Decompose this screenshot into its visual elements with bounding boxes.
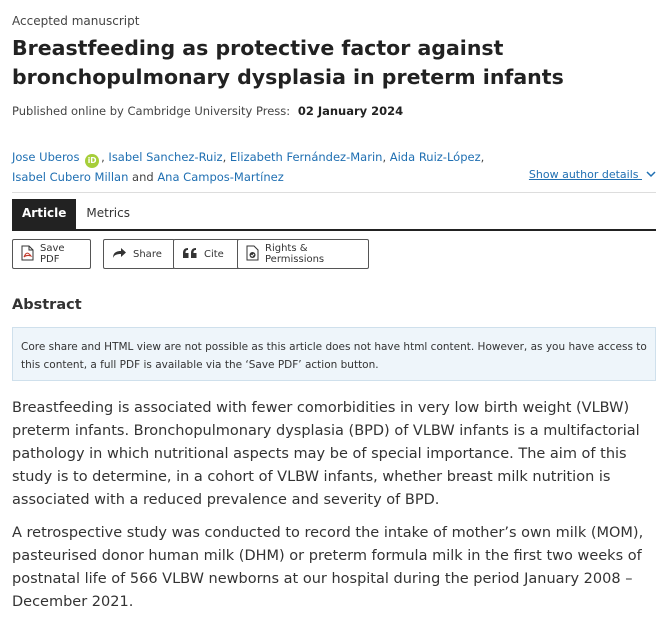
author-link[interactable]: Ana Campos-Martínez [157, 170, 283, 184]
abstract-paragraph: Breastfeeding is associated with fewer c… [12, 400, 640, 508]
save-pdf-button[interactable]: Save PDF [12, 239, 91, 269]
abstract-heading: Abstract [12, 297, 82, 313]
tab-article[interactable]: Article [12, 199, 77, 229]
share-icon [112, 247, 133, 262]
divider [12, 192, 656, 193]
article-title: Breastfeeding as protective factor again… [12, 36, 564, 89]
author-separator: , [480, 150, 485, 164]
save-pdf-label: Save PDF [40, 243, 65, 265]
share-button[interactable]: Share [103, 239, 175, 269]
author-link[interactable]: Aida Ruiz-López [390, 150, 481, 164]
publication-info: Published online by Cambridge University… [12, 104, 403, 118]
author-conjunction: and [132, 170, 154, 184]
article-tabs: Article Metrics [12, 199, 656, 231]
author-link[interactable]: Elizabeth Fernández-Marin [230, 150, 383, 164]
author-link[interactable]: Isabel Sanchez-Ruiz [108, 150, 222, 164]
author-separator: , [222, 150, 227, 164]
author-list: Jose Uberos iD, Isabel Sanchez-Ruiz, Eli… [12, 148, 572, 187]
rights-label: Rights & Permissions [265, 243, 325, 265]
show-author-details-link[interactable]: Show author details [529, 168, 656, 181]
cite-button[interactable]: Cite [173, 239, 241, 269]
share-label: Share [133, 248, 162, 260]
pdf-icon [21, 245, 40, 264]
rights-permissions-button[interactable]: Rights & Permissions [237, 239, 369, 269]
tab-metrics[interactable]: Metrics [76, 199, 140, 229]
show-author-details-label: Show author details [528, 168, 639, 181]
quote-icon [182, 247, 204, 262]
author-link[interactable]: Isabel Cubero Millan [12, 170, 128, 184]
published-prefix: Published online by Cambridge University… [12, 104, 291, 118]
manuscript-label: Accepted manuscript [12, 14, 140, 28]
author-separator: , [101, 150, 105, 164]
chevron-down-icon [646, 168, 656, 181]
orcid-icon[interactable]: iD [85, 154, 100, 168]
rights-icon [246, 245, 265, 264]
html-unavailable-notice: Core share and HTML view are not possibl… [12, 327, 656, 381]
author-link[interactable]: Jose Uberos [12, 150, 79, 164]
cite-label: Cite [204, 248, 224, 260]
abstract-paragraph: A retrospective study was conducted to r… [12, 525, 644, 610]
published-date: 02 January 2024 [297, 104, 404, 118]
author-separator: , [382, 150, 387, 164]
